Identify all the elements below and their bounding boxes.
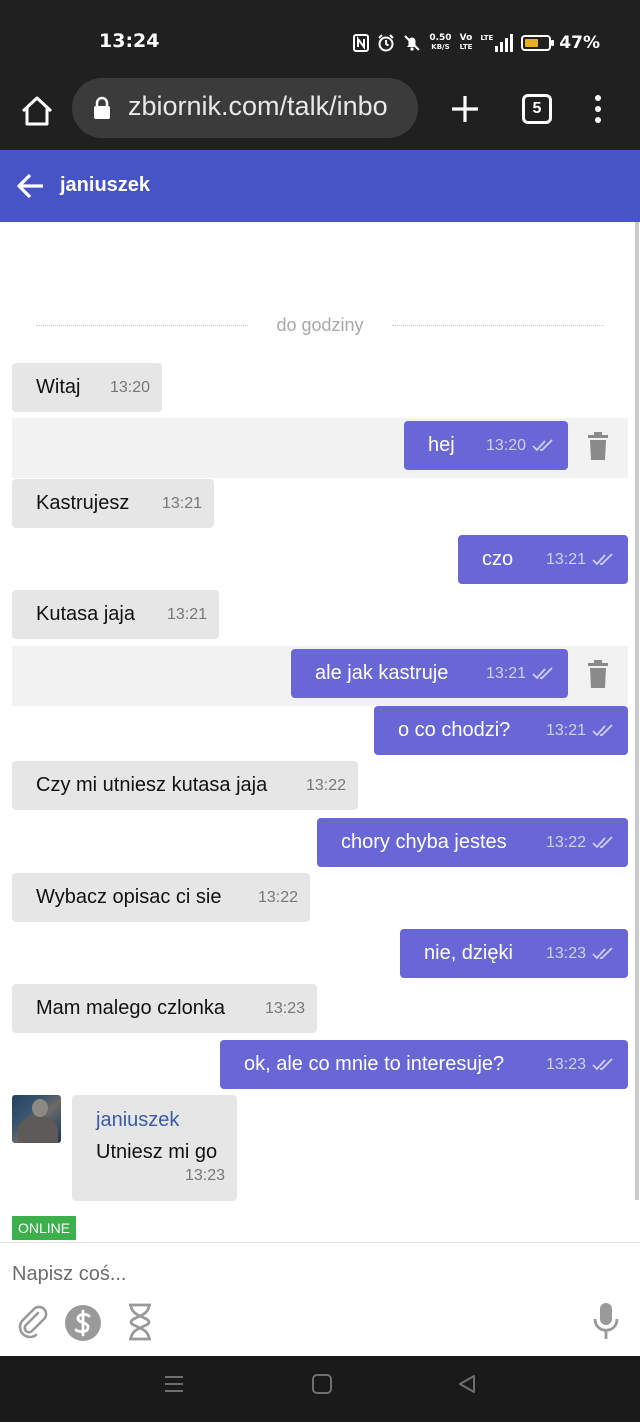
message-text: Utniesz mi go: [96, 1141, 218, 1163]
double-check-icon: [532, 666, 553, 679]
message-input[interactable]: [12, 1263, 572, 1286]
message-time: 13:23: [545, 1055, 586, 1073]
chat-header: janiuszek: [0, 150, 640, 222]
home-nav-icon[interactable]: [311, 1373, 333, 1395]
new-tab-plus-icon[interactable]: [448, 92, 482, 126]
mute-icon: [404, 35, 421, 51]
message-text: Witaj: [36, 376, 81, 398]
message-text: Wybacz opisac ci sie: [36, 886, 222, 908]
message-time: 13:21: [161, 494, 202, 512]
incoming-message[interactable]: Wybacz opisac ci sie 13:22: [12, 873, 310, 922]
double-check-icon: [592, 723, 613, 736]
message-text: czo: [482, 548, 514, 570]
message-time: 13:22: [305, 776, 346, 794]
trash-icon[interactable]: [587, 432, 609, 460]
date-divider: do godziny: [0, 314, 640, 338]
net-speed: 0.50 KB/S: [429, 33, 452, 52]
message-text: o co chodzi?: [398, 719, 511, 741]
tab-switcher-button[interactable]: 5: [522, 94, 552, 124]
double-check-icon: [592, 552, 613, 565]
system-nav-bar: [0, 1356, 640, 1422]
scrollbar[interactable]: [635, 222, 639, 1200]
back-nav-icon[interactable]: [456, 1373, 478, 1395]
double-check-icon: [532, 438, 553, 451]
paperclip-icon[interactable]: [16, 1303, 48, 1339]
status-time: 13:24: [99, 30, 160, 52]
hourglass-icon[interactable]: [127, 1303, 153, 1341]
message-text: hej: [428, 434, 455, 456]
online-badge: ONLINE: [12, 1216, 76, 1240]
chat-partner-name[interactable]: janiuszek: [60, 174, 150, 197]
message-text: Mam malego czlonka: [36, 997, 225, 1019]
outgoing-message[interactable]: chory chyba jestes 13:22: [317, 818, 628, 867]
double-check-icon: [592, 946, 613, 959]
avatar[interactable]: [12, 1095, 61, 1143]
incoming-message-with-author: janiuszek Utniesz mi go 13:23: [72, 1095, 237, 1201]
message-time: 13:21: [485, 664, 526, 682]
outgoing-message[interactable]: ale jak kastruje 13:21: [291, 649, 568, 698]
message-time: 13:23: [264, 999, 305, 1017]
double-check-icon: [592, 835, 613, 848]
volte-indicator: Vo LTE: [459, 33, 473, 52]
message-time: 13:21: [166, 605, 207, 623]
dollar-icon[interactable]: [64, 1304, 102, 1342]
message-author[interactable]: janiuszek: [96, 1109, 179, 1132]
lock-icon: [94, 96, 110, 119]
address-bar[interactable]: zbiornik.com/talk/inbo: [72, 78, 418, 138]
microphone-icon[interactable]: [592, 1301, 620, 1341]
alarm-icon: [378, 34, 395, 52]
nfc-icon: [353, 34, 370, 52]
url-text[interactable]: zbiornik.com/talk/inbo: [128, 91, 418, 122]
incoming-message[interactable]: Mam malego czlonka 13:23: [12, 984, 317, 1033]
outgoing-message[interactable]: hej 13:20: [404, 421, 568, 470]
outgoing-message[interactable]: ok, ale co mnie to interesuje? 13:23: [220, 1040, 628, 1089]
message-time: 13:20: [485, 436, 526, 454]
double-check-icon: [592, 1057, 613, 1070]
message-time: 13:21: [545, 550, 586, 568]
message-time: 13:22: [545, 833, 586, 851]
arrow-back-icon[interactable]: [16, 172, 46, 200]
message-time: 13:23: [184, 1167, 225, 1184]
outgoing-message[interactable]: nie, dzięki 13:23: [400, 929, 628, 978]
message-time: 13:23: [545, 944, 586, 962]
signal-icon: LTE: [480, 34, 514, 52]
trash-icon[interactable]: [587, 660, 609, 688]
message-text: Kutasa jaja: [36, 603, 135, 625]
message-time: 13:22: [257, 888, 298, 906]
message-text: Czy mi utniesz kutasa jaja: [36, 774, 268, 796]
home-icon[interactable]: [18, 92, 56, 130]
battery-percent: 47%: [559, 33, 600, 53]
message-text: chory chyba jestes: [341, 831, 507, 853]
more-vert-icon[interactable]: [590, 94, 606, 124]
battery-icon: [521, 35, 555, 51]
message-text: ok, ale co mnie to interesuje?: [244, 1053, 505, 1075]
incoming-message[interactable]: Witaj 13:20: [12, 363, 162, 412]
incoming-message[interactable]: Kutasa jaja 13:21: [12, 590, 219, 639]
incoming-message[interactable]: Czy mi utniesz kutasa jaja 13:22: [12, 761, 358, 810]
message-composer: [0, 1242, 640, 1356]
message-time: 13:21: [545, 721, 586, 739]
incoming-message[interactable]: Kastrujesz 13:21: [12, 479, 214, 528]
message-text: nie, dzięki: [424, 942, 513, 964]
message-time: 13:20: [109, 378, 150, 396]
message-text: ale jak kastruje: [315, 662, 449, 684]
message-text: Kastrujesz: [36, 492, 130, 514]
recent-apps-icon[interactable]: [163, 1373, 185, 1395]
outgoing-message[interactable]: o co chodzi? 13:21: [374, 706, 628, 755]
outgoing-message[interactable]: czo 13:21: [458, 535, 628, 584]
status-icons: 0.50 KB/S Vo LTE LTE 47%: [353, 30, 600, 56]
status-bar: 13:24 0.50 KB/S Vo LTE LTE 47%: [0, 0, 640, 80]
